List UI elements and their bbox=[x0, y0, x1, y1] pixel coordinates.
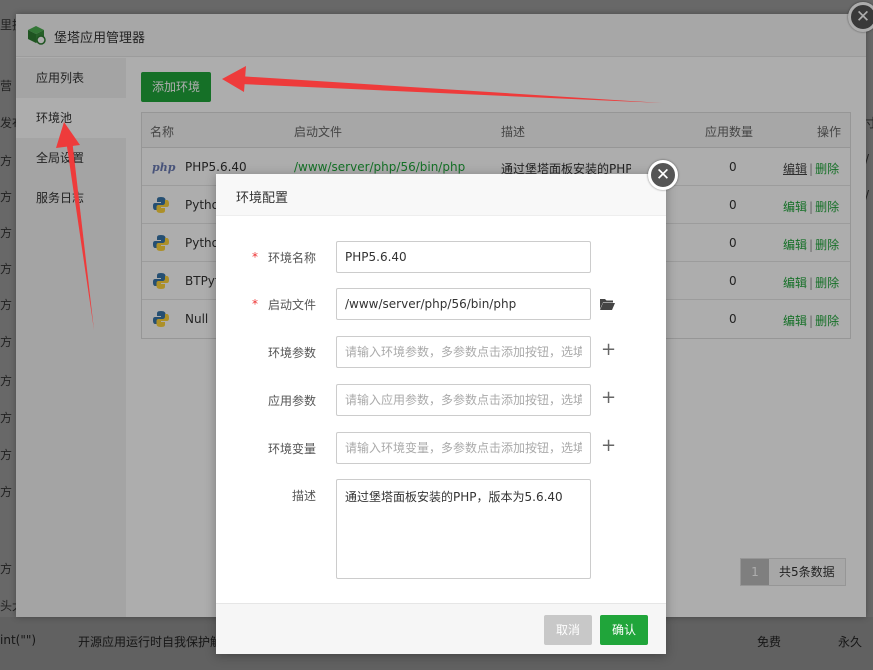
confirm-button[interactable]: 确认 bbox=[600, 615, 648, 645]
field-label: 应用参数 bbox=[267, 394, 316, 408]
field-label: 环境变量 bbox=[267, 442, 316, 456]
required-mark: * bbox=[252, 250, 258, 264]
field-start-file: * 启动文件 bbox=[216, 288, 666, 320]
field-env-name: * 环境名称 bbox=[216, 241, 666, 273]
description-textarea[interactable]: 通过堡塔面板安装的PHP，版本为5.6.40 bbox=[336, 479, 591, 579]
env-vars-input[interactable] bbox=[336, 432, 591, 464]
env-params-input[interactable] bbox=[336, 336, 591, 368]
field-env-params: 环境参数 + bbox=[216, 336, 666, 368]
dialog-title: 环境配置 bbox=[236, 191, 289, 206]
environment-config-dialog: 环境配置 ✕ * 环境名称 * 启动文件 环境参数 + 应用参数 + 环境变量 … bbox=[216, 160, 678, 654]
add-app-param-icon[interactable]: + bbox=[601, 388, 616, 408]
field-label: 环境参数 bbox=[267, 346, 316, 360]
field-label: 描述 bbox=[291, 489, 316, 503]
env-name-input[interactable] bbox=[336, 241, 591, 273]
field-app-params: 应用参数 + bbox=[216, 384, 666, 416]
dialog-header: 环境配置 ✕ bbox=[216, 160, 678, 216]
folder-open-icon[interactable] bbox=[599, 297, 615, 311]
cancel-button[interactable]: 取消 bbox=[544, 615, 592, 645]
add-env-var-icon[interactable]: + bbox=[601, 436, 616, 456]
field-env-vars: 环境变量 + bbox=[216, 432, 666, 464]
start-file-input[interactable] bbox=[336, 288, 591, 320]
dialog-close-icon[interactable]: ✕ bbox=[648, 160, 678, 190]
field-label: 环境名称 bbox=[267, 251, 316, 265]
required-mark: * bbox=[252, 297, 258, 311]
dialog-footer: 取消 确认 bbox=[216, 603, 666, 654]
field-label: 启动文件 bbox=[267, 298, 316, 312]
add-env-param-icon[interactable]: + bbox=[601, 340, 616, 360]
field-description: 描述 通过堡塔面板安装的PHP，版本为5.6.40 bbox=[216, 479, 666, 579]
app-params-input[interactable] bbox=[336, 384, 591, 416]
